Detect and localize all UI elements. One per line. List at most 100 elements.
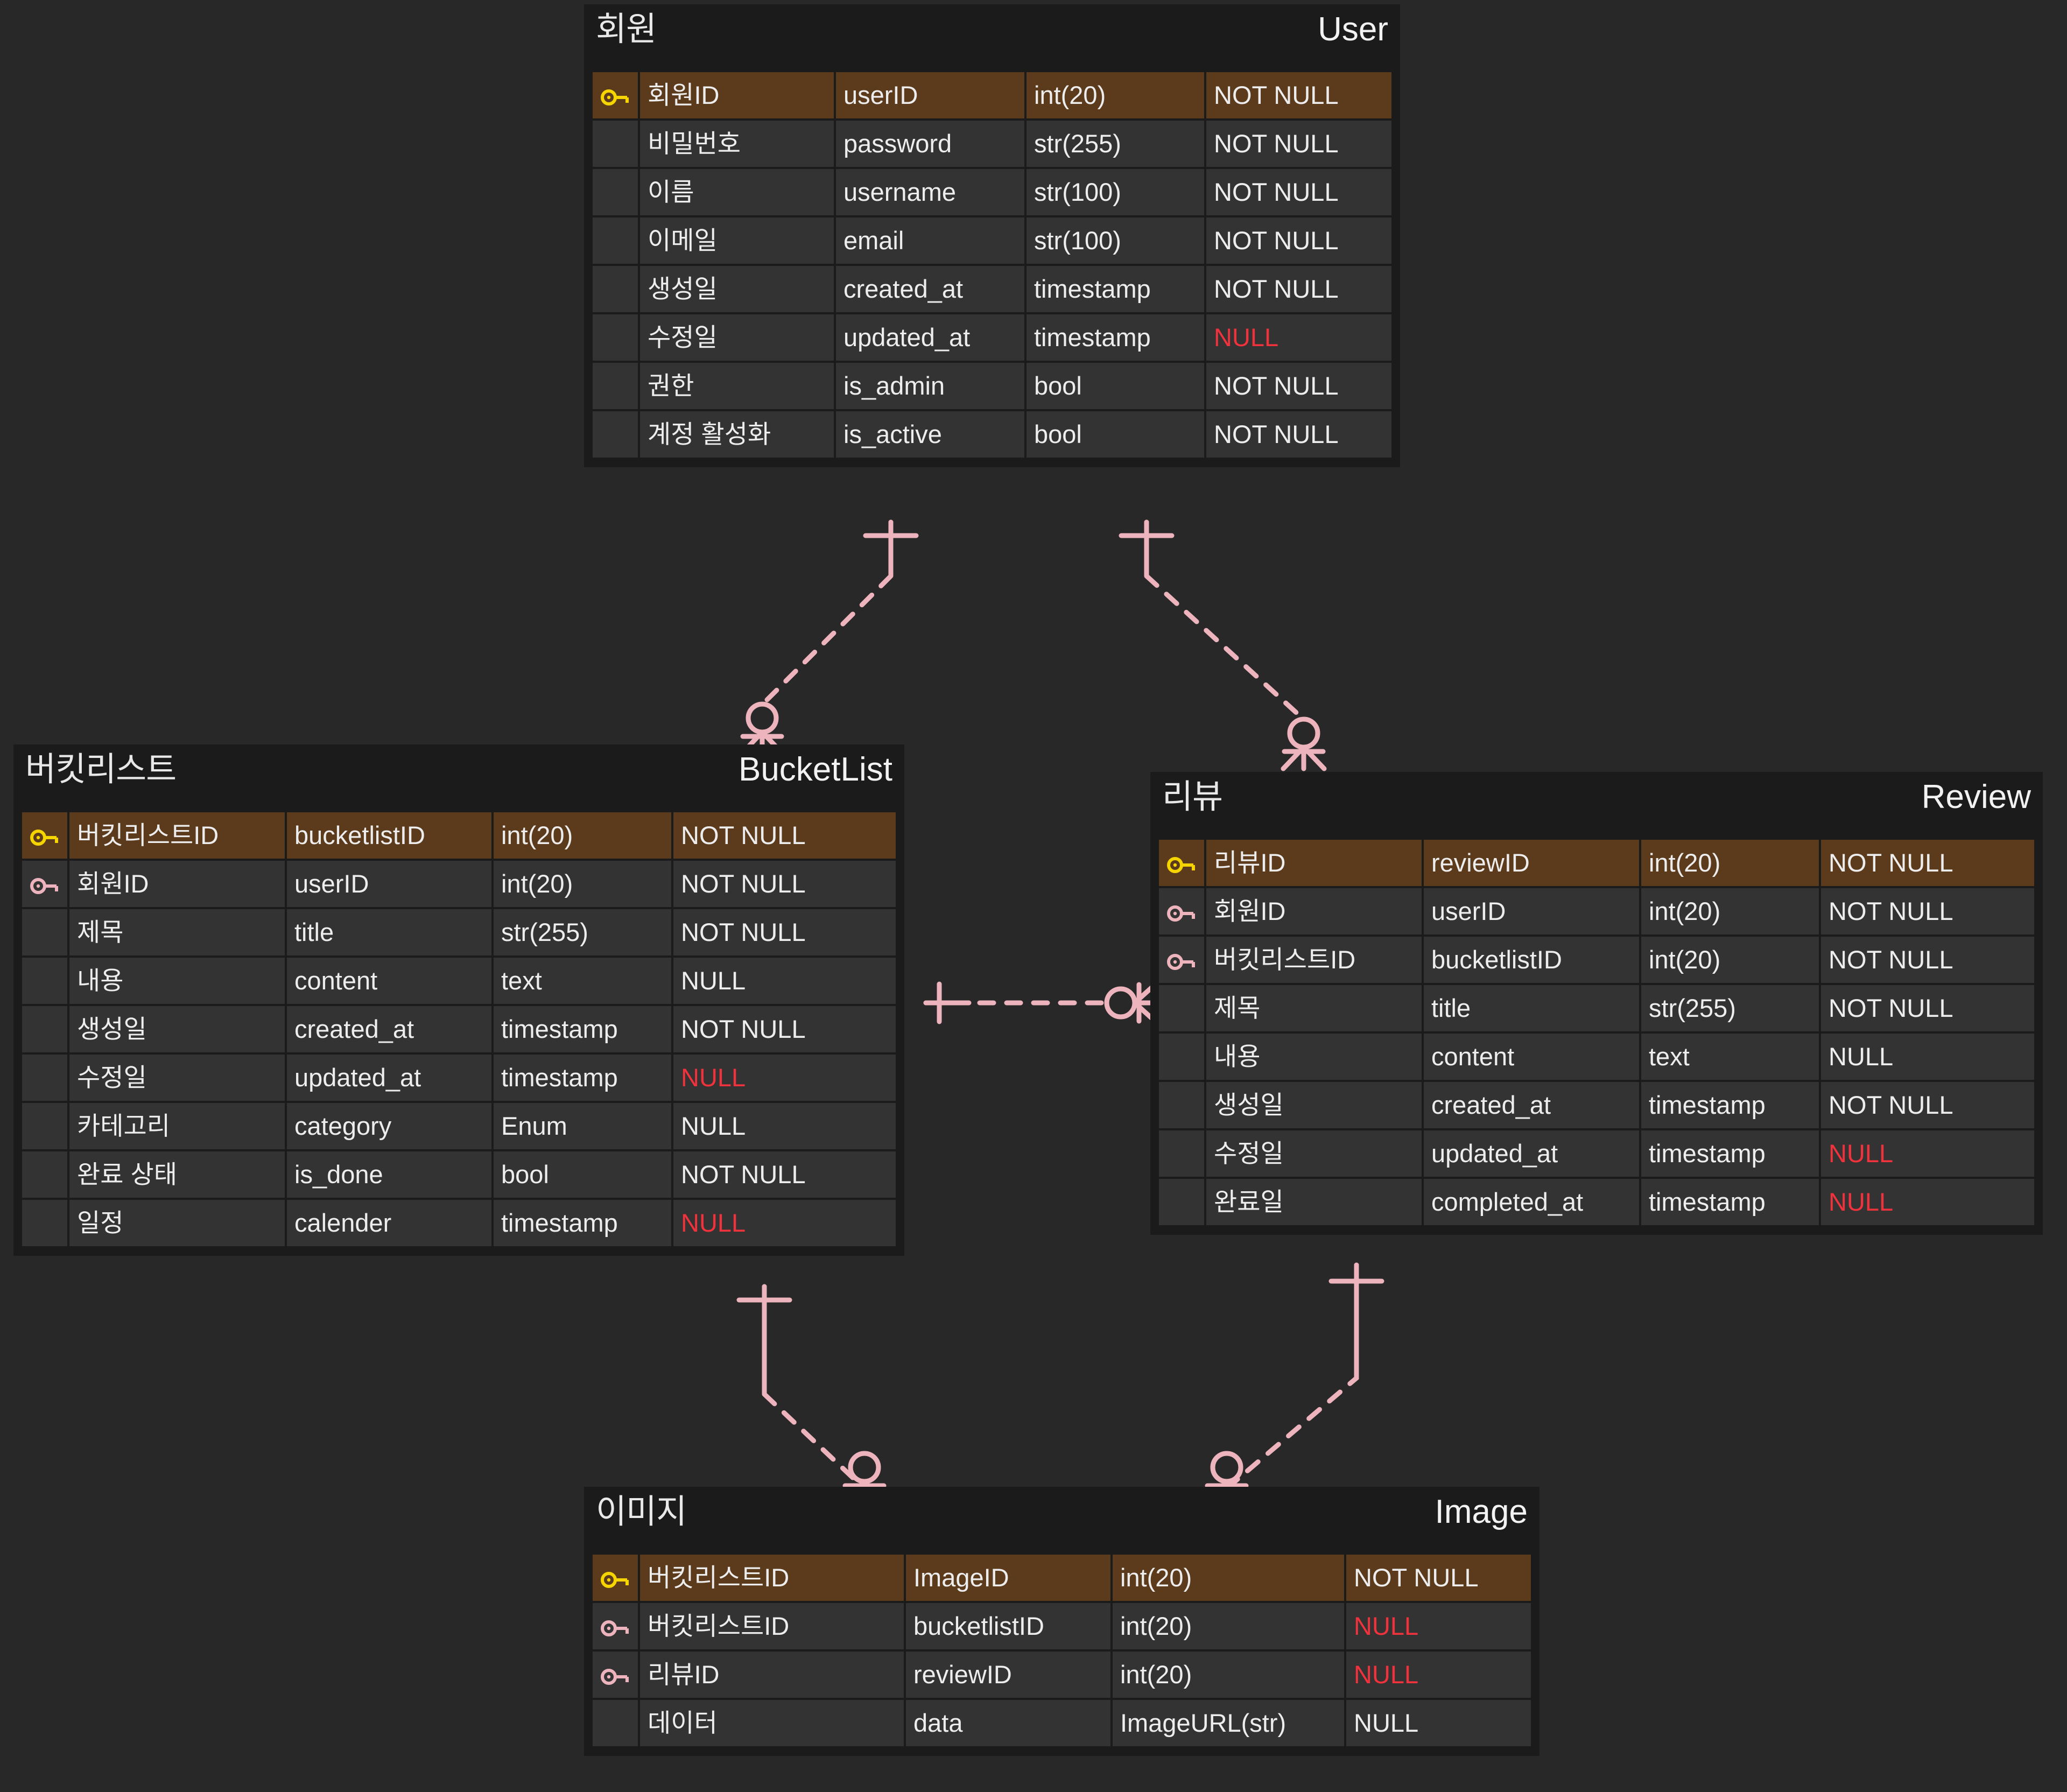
attr-label-ko: 카테고리 [69,1103,285,1149]
table-row[interactable]: 완료일 completed_at timestamp NULL [1159,1179,2034,1225]
foreign-key-icon [1159,888,1204,934]
attr-nullable: NOT NULL [673,1006,896,1052]
attr-label-ko: 권한 [640,363,834,409]
attr-label-ko: 제목 [1206,985,1422,1031]
table-row[interactable]: 리뷰ID reviewID int(20) NULL [593,1652,1531,1698]
key-slot-empty [1159,1179,1204,1225]
entity-user[interactable]: 회원 User 회원ID userID int(20) NOT NULL 비밀번… [584,4,1400,467]
key-slot-empty [593,1700,638,1746]
table-row[interactable]: 버킷리스트ID ImageID int(20) NOT NULL [593,1555,1531,1601]
attr-name: title [1424,985,1639,1031]
table-row[interactable]: 내용 content text NULL [1159,1034,2034,1080]
attr-name: reviewID [906,1652,1110,1698]
key-slot-empty [593,121,638,167]
table-row[interactable]: 생성일 created_at timestamp NOT NULL [22,1006,896,1052]
table-row[interactable]: 일정 calender timestamp NULL [22,1200,896,1246]
attr-nullable: NOT NULL [1206,411,1391,458]
table-row[interactable]: 제목 title str(255) NOT NULL [1159,985,2034,1031]
entity-image[interactable]: 이미지 Image 버킷리스트ID ImageID int(20) NOT NU… [584,1487,1539,1756]
table-row[interactable]: 수정일 updated_at timestamp NULL [1159,1130,2034,1177]
table-row[interactable]: 리뷰ID reviewID int(20) NOT NULL [1159,840,2034,886]
attr-type: Enum [494,1103,671,1149]
table-row[interactable]: 수정일 updated_at timestamp NULL [593,314,1391,361]
attr-type: timestamp [494,1200,671,1246]
table-row[interactable]: 회원ID userID int(20) NOT NULL [1159,888,2034,934]
attr-type: int(20) [1641,888,1819,934]
key-glyph [1167,953,1195,970]
attr-nullable: NULL [673,958,896,1004]
attr-name: updated_at [1424,1130,1639,1177]
attr-label-ko: 회원ID [1206,888,1422,934]
attr-nullable: NULL [1821,1034,2034,1080]
attr-label-ko: 수정일 [640,314,834,361]
attr-name: userID [836,72,1024,118]
attr-name: is_active [836,411,1024,458]
entity-header: 버킷리스트 BucketList [13,744,904,810]
attr-nullable: NOT NULL [1821,888,2034,934]
attr-label-ko: 버킷리스트ID [640,1603,904,1649]
primary-key-icon [22,812,67,859]
key-slot-empty [593,411,638,458]
primary-key-icon [1159,840,1204,886]
table-row[interactable]: 생성일 created_at timestamp NOT NULL [1159,1082,2034,1128]
table-row[interactable]: 내용 content text NULL [22,958,896,1004]
attr-type: int(20) [1113,1603,1344,1649]
key-slot-empty [593,314,638,361]
attr-name: userID [1424,888,1639,934]
table-row[interactable]: 버킷리스트ID bucketlistID int(20) NOT NULL [1159,937,2034,983]
attribute-table: 버킷리스트ID bucketlistID int(20) NOT NULL 회원… [20,810,898,1248]
table-row[interactable]: 권한 is_admin bool NOT NULL [593,363,1391,409]
attr-nullable: NOT NULL [1206,121,1391,167]
table-row[interactable]: 제목 title str(255) NOT NULL [22,909,896,955]
table-row[interactable]: 버킷리스트ID bucketlistID int(20) NOT NULL [22,812,896,859]
entity-bucketlist[interactable]: 버킷리스트 BucketList 버킷리스트ID bucketlistID in… [13,744,904,1256]
attr-type: bool [1027,363,1204,409]
attr-name: category [287,1103,491,1149]
entity-title-ko: 이미지 [596,1493,687,1530]
attr-label-ko: 제목 [69,909,285,955]
table-row[interactable]: 버킷리스트ID bucketlistID int(20) NULL [593,1603,1531,1649]
table-row[interactable]: 카테고리 category Enum NULL [22,1103,896,1149]
attr-nullable: NOT NULL [673,1151,896,1198]
table-row[interactable]: 완료 상태 is_done bool NOT NULL [22,1151,896,1198]
key-slot-empty [593,363,638,409]
entity-review[interactable]: 리뷰 Review 리뷰ID reviewID int(20) NOT NULL [1150,772,2043,1235]
table-row[interactable]: 계정 활성화 is_active bool NOT NULL [593,411,1391,458]
attr-name: created_at [836,266,1024,312]
attr-label-ko: 리뷰ID [1206,840,1422,886]
attr-label-ko: 이메일 [640,217,834,264]
attr-label-ko: 일정 [69,1200,285,1246]
table-row[interactable]: 회원ID userID int(20) NOT NULL [593,72,1391,118]
attr-name: completed_at [1424,1179,1639,1225]
attr-label-ko: 버킷리스트ID [640,1555,904,1601]
key-slot-empty [593,266,638,312]
table-row[interactable]: 이름 username str(100) NOT NULL [593,169,1391,215]
attr-name: bucketlistID [906,1603,1110,1649]
attr-name: userID [287,861,491,907]
erd-canvas: 회원 User 회원ID userID int(20) NOT NULL 비밀번… [0,0,2067,1792]
table-row[interactable]: 비밀번호 password str(255) NOT NULL [593,121,1391,167]
attr-nullable: NOT NULL [1821,985,2034,1031]
table-row[interactable]: 데이터 data ImageURL(str) NULL [593,1700,1531,1746]
attr-type: timestamp [1641,1179,1819,1225]
attr-label-ko: 비밀번호 [640,121,834,167]
key-glyph [30,877,58,894]
table-row[interactable]: 이메일 email str(100) NOT NULL [593,217,1391,264]
attr-type: bool [494,1151,671,1198]
attr-label-ko: 완료일 [1206,1179,1422,1225]
attr-name: bucketlistID [287,812,491,859]
table-row[interactable]: 생성일 created_at timestamp NOT NULL [593,266,1391,312]
key-slot-empty [22,1200,67,1246]
attr-type: text [494,958,671,1004]
attr-label-ko: 내용 [69,958,285,1004]
attr-label-ko: 수정일 [1206,1130,1422,1177]
attr-name: title [287,909,491,955]
table-row[interactable]: 수정일 updated_at timestamp NULL [22,1055,896,1101]
key-glyph [601,1620,629,1636]
attr-name: created_at [287,1006,491,1052]
key-glyph [1167,905,1195,922]
attr-nullable: NOT NULL [1206,266,1391,312]
key-slot-empty [22,1055,67,1101]
table-row[interactable]: 회원ID userID int(20) NOT NULL [22,861,896,907]
attr-nullable: NULL [1206,314,1391,361]
